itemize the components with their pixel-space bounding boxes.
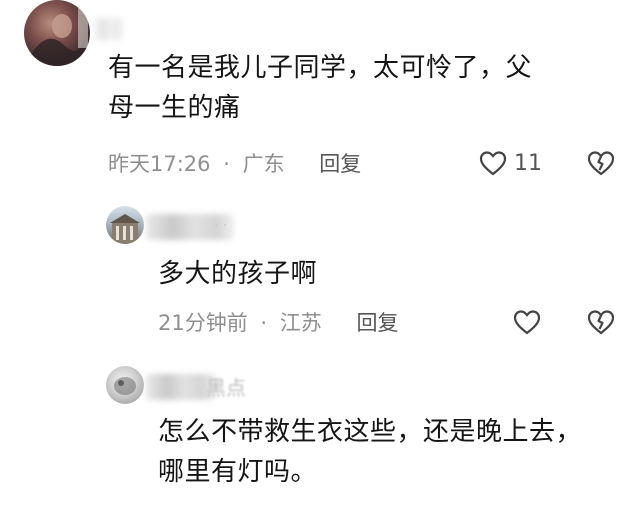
avatar[interactable] [106, 366, 144, 404]
comment-actions: 11 [478, 149, 618, 179]
avatar-image [110, 214, 140, 244]
like-count: 11 [514, 151, 542, 176]
comment-meta: 昨天17:26 · 广东 回复 [108, 149, 361, 179]
comment-time: 21分钟前 [158, 311, 248, 335]
comment-text-line: 母一生的痛 [108, 93, 241, 123]
meta-separator: · [223, 152, 230, 176]
avatar[interactable] [24, 0, 90, 66]
comment-text-line: 哪里有灯吗。 [158, 457, 318, 487]
heart-outline-icon[interactable] [512, 308, 542, 338]
avatar-image [114, 377, 136, 395]
comment-location: 广东 [242, 152, 285, 176]
reply-button[interactable]: 回复 [319, 152, 361, 176]
comment-text-line: 怎么不带救生衣这些，还是晚上去， [158, 417, 583, 447]
heart-outline-icon[interactable] [478, 149, 508, 179]
comment-item: 有一名是我儿子同学，太可怜了，父 母一生的痛 昨天17:26 · 广东 回复 1… [0, 0, 640, 180]
comment-text: 怎么不带救生衣这些，还是晚上去， 哪里有灯吗。 [158, 412, 582, 492]
broken-heart-icon[interactable] [586, 149, 616, 179]
comment-location: 江苏 [279, 311, 322, 335]
comment-item: 黑点 怎么不带救生衣这些，还是晚上去， 哪里有灯吗。 [0, 362, 640, 515]
comment-actions [512, 308, 622, 338]
comment-time: 昨天17:26 [108, 152, 211, 176]
comment-text: 有一名是我儿子同学，太可怜了，父 母一生的痛 [108, 48, 532, 128]
comment-text-line: 有一名是我儿子同学，太可怜了，父 [108, 53, 533, 83]
broken-heart-icon[interactable] [586, 308, 616, 338]
reply-button[interactable]: 回复 [356, 311, 398, 335]
comment-text: 多大的孩子啊 [158, 254, 317, 294]
username-partial: 黑点 [206, 376, 246, 400]
username-partial: · · [214, 218, 228, 234]
comment-item: · · 多大的孩子啊 21分钟前 · 江苏 回复 [0, 200, 640, 350]
comment-meta: 21分钟前 · 江苏 回复 [158, 308, 398, 338]
username-redacted [94, 18, 124, 40]
avatar[interactable] [106, 206, 144, 244]
avatar-image [24, 8, 90, 66]
meta-separator: · [260, 311, 268, 335]
comment-text-line: 多大的孩子啊 [158, 259, 318, 289]
